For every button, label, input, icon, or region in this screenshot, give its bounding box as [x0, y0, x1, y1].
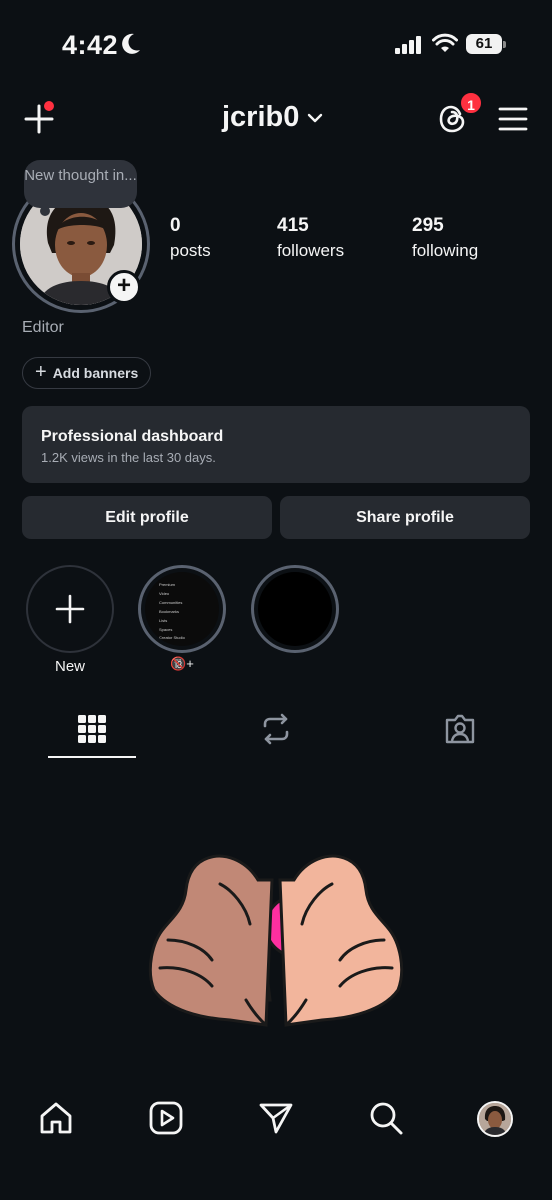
highlight-item[interactable]: Premium Video Communities Bookmarks List…	[138, 565, 226, 653]
stat-followers-label: followers	[277, 241, 345, 260]
dashboard-title: Professional dashboard	[41, 428, 224, 445]
avatar-portrait	[479, 1103, 511, 1135]
add-story-button[interactable]: +	[107, 270, 141, 304]
search-icon[interactable]	[368, 1100, 404, 1136]
cellular-signal-icon	[395, 36, 421, 54]
profile-category: Editor	[22, 319, 64, 336]
add-banners-label: Add banners	[52, 365, 139, 381]
menu-hamburger-icon[interactable]	[498, 105, 528, 133]
username: jcrib0	[222, 101, 300, 133]
battery-indicator: 61	[466, 34, 506, 54]
highlight-item[interactable]	[251, 565, 339, 653]
stat-following-label: following	[412, 241, 479, 260]
highlight-label: 🔞+	[170, 656, 194, 671]
stat-posts[interactable]: 0 posts	[170, 215, 211, 261]
share-profile-button[interactable]: Share profile	[280, 496, 530, 539]
plus-icon: +	[35, 361, 47, 383]
stat-posts-value: 0	[170, 215, 181, 236]
heart-hands-illustration	[148, 854, 404, 1027]
highlight-thumbnail	[258, 572, 332, 646]
grid-icon[interactable]	[75, 712, 109, 746]
notification-dot	[44, 101, 54, 111]
battery-level: 61	[475, 35, 493, 52]
mini-menu-item: Spaces	[159, 627, 173, 632]
mini-menu-item: Video	[159, 591, 170, 596]
wifi-icon	[432, 33, 458, 52]
mini-menu-item: Lists	[159, 618, 168, 623]
tagged-person-icon[interactable]	[443, 712, 477, 746]
stat-following-value: 295	[412, 215, 444, 236]
new-highlight-button[interactable]	[26, 565, 114, 653]
stat-followers-value: 415	[277, 215, 309, 236]
reels-icon[interactable]	[148, 1100, 184, 1136]
stat-posts-label: posts	[170, 241, 211, 260]
mini-menu-item: Communities	[159, 600, 183, 605]
add-banners-button[interactable]: + Add banners	[22, 357, 152, 389]
professional-dashboard[interactable]: Professional dashboard 1.2K views in the…	[22, 406, 530, 483]
highlight-label-new: New	[54, 658, 85, 675]
plus-icon	[55, 594, 85, 624]
account-switcher[interactable]: jcrib0	[222, 101, 323, 134]
send-message-icon[interactable]	[258, 1100, 294, 1136]
stat-following[interactable]: 295 following	[412, 215, 478, 261]
highlight-thumbnail: Premium Video Communities Bookmarks List…	[145, 572, 219, 646]
edit-profile-button[interactable]: Edit profile	[22, 496, 272, 539]
profile-tab-avatar[interactable]	[477, 1101, 513, 1137]
repost-icon[interactable]	[259, 712, 293, 746]
mini-menu-item: Premium	[159, 582, 176, 587]
mini-menu-item: Bookmarks	[159, 609, 180, 614]
status-time: 4:42	[62, 30, 119, 60]
home-icon[interactable]	[38, 1100, 74, 1136]
chevron-down-icon	[308, 113, 323, 122]
stat-followers[interactable]: 415 followers	[277, 215, 344, 261]
active-tab-indicator	[48, 756, 136, 758]
threads-notification-badge: 1	[459, 91, 483, 115]
dashboard-subtitle: 1.2K views in the last 30 days.	[41, 450, 216, 465]
note-bubble[interactable]: New thought in...	[24, 160, 137, 208]
mini-menu-item: Creator Studio	[159, 635, 185, 640]
moon-icon	[122, 33, 140, 54]
